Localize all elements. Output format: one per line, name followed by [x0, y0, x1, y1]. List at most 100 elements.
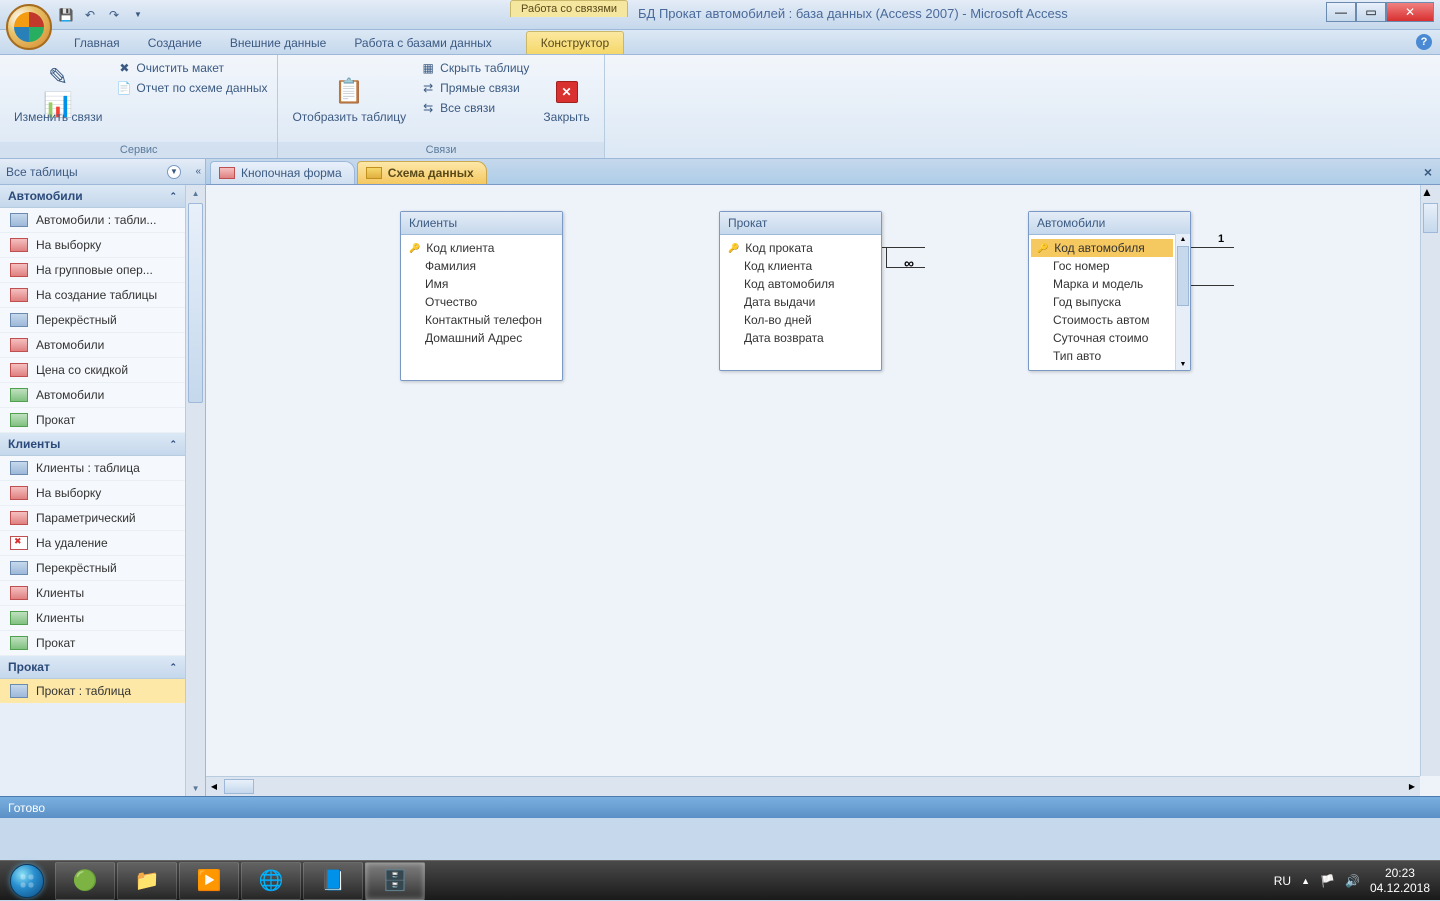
table-field[interactable]: Фамилия — [403, 257, 560, 275]
table-field[interactable]: Код проката — [722, 239, 879, 257]
table-field[interactable]: Кол-во дней — [722, 311, 879, 329]
taskbar-app-access[interactable]: 🗄️ — [365, 862, 425, 900]
close-tab-icon[interactable]: × — [1424, 164, 1432, 180]
office-button[interactable] — [6, 4, 52, 50]
scroll-left-icon[interactable]: ◀ — [206, 777, 222, 796]
clear-layout-button[interactable]: ✖Очистить макет — [114, 59, 269, 77]
flag-icon[interactable]: 🏳️ — [1320, 874, 1335, 888]
tab-create[interactable]: Создание — [134, 32, 216, 54]
nav-item[interactable]: Автомобили : табли... — [0, 208, 185, 233]
tray-arrow-icon[interactable]: ▲ — [1301, 876, 1310, 886]
nav-group-header[interactable]: Прокат⌃ — [0, 656, 185, 679]
tab-design[interactable]: Конструктор — [526, 31, 624, 54]
table-field[interactable]: Тип авто — [1031, 347, 1173, 365]
volume-icon[interactable]: 🔊 — [1345, 874, 1360, 888]
scroll-right-icon[interactable]: ▶ — [1404, 777, 1420, 796]
relationship-line[interactable] — [886, 247, 887, 267]
table-field[interactable]: Год выпуска — [1031, 293, 1173, 311]
scroll-thumb[interactable] — [1423, 203, 1438, 233]
relationship-table[interactable]: КлиентыКод клиентаФамилияИмяОтчествоКонт… — [400, 211, 563, 381]
nav-item[interactable]: Прокат — [0, 631, 185, 656]
nav-item[interactable]: Автомобили — [0, 383, 185, 408]
table-field[interactable]: Суточная стоимо — [1031, 329, 1173, 347]
nav-item[interactable]: Прокат — [0, 408, 185, 433]
table-field[interactable]: Стоимость автом — [1031, 311, 1173, 329]
nav-collapse-icon[interactable]: « — [195, 166, 201, 177]
nav-item[interactable]: На выборку — [0, 233, 185, 258]
canvas-hscrollbar[interactable]: ◀ ▶ — [206, 776, 1420, 796]
taskbar-app-media[interactable]: ▶️ — [179, 862, 239, 900]
nav-item[interactable]: Клиенты : таблица — [0, 456, 185, 481]
undo-icon[interactable]: ↶ — [80, 5, 100, 25]
nav-item[interactable]: На создание таблицы — [0, 283, 185, 308]
scroll-thumb[interactable] — [224, 779, 254, 794]
nav-dropdown-icon[interactable]: ▼ — [167, 165, 181, 179]
table-field[interactable]: Имя — [403, 275, 560, 293]
table-field[interactable]: Дата выдачи — [722, 293, 879, 311]
table-field[interactable]: Марка и модель — [1031, 275, 1173, 293]
relationship-report-button[interactable]: 📄Отчет по схеме данных — [114, 79, 269, 97]
relationship-table[interactable]: Прокат Код прокатаКод клиентаКод автомоби… — [719, 211, 882, 371]
hide-table-button[interactable]: ▦Скрыть таблицу — [418, 59, 531, 77]
redo-icon[interactable]: ↷ — [104, 5, 124, 25]
taskbar-app-bittorrent[interactable]: 🟢 — [55, 862, 115, 900]
doc-tab-schema[interactable]: Схема данных — [357, 161, 487, 184]
table-scrollbar[interactable]: ▲▼ — [1175, 234, 1190, 370]
table-field[interactable]: Код автомобиля — [1031, 239, 1173, 257]
save-icon[interactable]: 💾 — [56, 5, 76, 25]
nav-item[interactable]: Цена со скидкой — [0, 358, 185, 383]
minimize-button[interactable]: — — [1326, 2, 1356, 22]
qat-dropdown-icon[interactable]: ▼ — [128, 5, 148, 25]
nav-item[interactable]: Прокат : таблица — [0, 679, 185, 704]
direct-relationships-button[interactable]: ⇄Прямые связи — [418, 79, 531, 97]
scroll-down-icon[interactable]: ▼ — [1176, 359, 1190, 370]
scroll-thumb[interactable] — [188, 203, 203, 403]
taskbar-app-chrome[interactable]: 🌐 — [241, 862, 301, 900]
nav-item[interactable]: Перекрёстный — [0, 308, 185, 333]
relationships-canvas[interactable]: 1 ∞ ∞ 1 КлиентыКод клиентаФамилияИмяОтче… — [206, 185, 1440, 796]
table-field[interactable]: Отчество — [403, 293, 560, 311]
nav-item[interactable]: На удаление — [0, 531, 185, 556]
table-title[interactable]: Клиенты — [401, 212, 562, 235]
scroll-up-icon[interactable]: ▲ — [1421, 185, 1440, 199]
canvas-vscrollbar[interactable]: ▲ ▼ — [1420, 185, 1440, 776]
nav-item[interactable]: Автомобили — [0, 333, 185, 358]
scroll-thumb[interactable] — [1177, 246, 1189, 306]
table-field[interactable]: Домашний Адрес — [403, 329, 560, 347]
nav-pane-header[interactable]: Все таблицы ▼ « — [0, 159, 205, 185]
tab-database-tools[interactable]: Работа с базами данных — [340, 32, 505, 54]
nav-group-header[interactable]: Автомобили⌃ — [0, 185, 185, 208]
nav-group-header[interactable]: Клиенты⌃ — [0, 433, 185, 456]
all-relationships-button[interactable]: ⇆Все связи — [418, 99, 531, 117]
language-indicator[interactable]: RU — [1274, 874, 1291, 888]
close-button-ribbon[interactable]: ✕ Закрыть — [537, 59, 595, 142]
nav-item[interactable]: Клиенты — [0, 606, 185, 631]
nav-item[interactable]: Перекрёстный — [0, 556, 185, 581]
show-table-button[interactable]: 📋 Отобразить таблицу — [286, 59, 412, 142]
relationship-line[interactable] — [1186, 247, 1234, 248]
table-field[interactable]: Код автомобиля — [722, 275, 879, 293]
start-button[interactable] — [0, 861, 54, 901]
nav-item[interactable]: Параметрический — [0, 506, 185, 531]
tab-home[interactable]: Главная — [60, 32, 134, 54]
scroll-up-icon[interactable]: ▲ — [186, 185, 205, 201]
table-field[interactable]: Код клиента — [403, 239, 560, 257]
table-title[interactable]: Прокат — [720, 212, 881, 235]
scroll-up-icon[interactable]: ▲ — [1176, 234, 1190, 245]
table-title[interactable]: Автомобили — [1029, 212, 1190, 235]
tab-external-data[interactable]: Внешние данные — [216, 32, 341, 54]
nav-item[interactable]: Клиенты — [0, 581, 185, 606]
nav-item[interactable]: На выборку — [0, 481, 185, 506]
scroll-down-icon[interactable]: ▼ — [186, 780, 205, 796]
doc-tab-form[interactable]: Кнопочная форма — [210, 161, 355, 184]
nav-item[interactable]: На групповые опер... — [0, 258, 185, 283]
taskbar-app-explorer[interactable]: 📁 — [117, 862, 177, 900]
close-button[interactable]: ✕ — [1386, 2, 1434, 22]
clock[interactable]: 20:23 04.12.2018 — [1370, 866, 1430, 895]
taskbar-app-word[interactable]: 📘 — [303, 862, 363, 900]
maximize-button[interactable]: ▭ — [1356, 2, 1386, 22]
table-field[interactable]: Дата возврата — [722, 329, 879, 347]
table-field[interactable]: Код клиента — [722, 257, 879, 275]
table-field[interactable]: Гос номер — [1031, 257, 1173, 275]
edit-relationships-button[interactable]: ✎📊 Изменить связи — [8, 59, 108, 142]
